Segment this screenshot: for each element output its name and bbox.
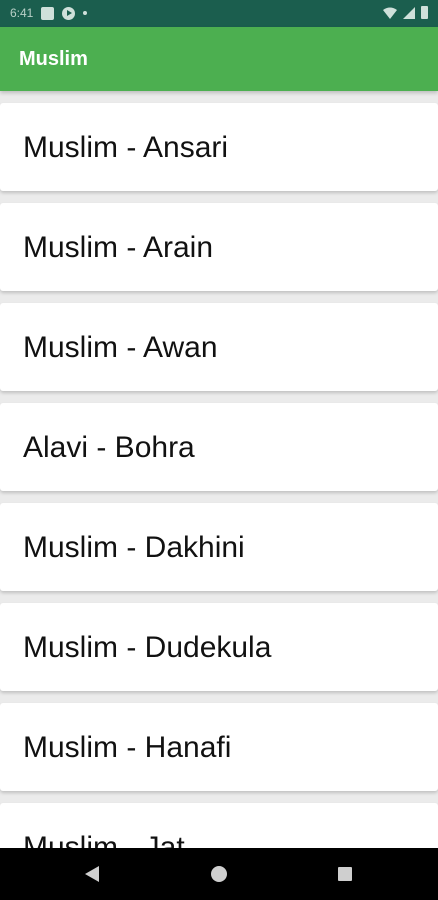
list-item-label: Muslim - Dudekula <box>23 631 272 664</box>
media-play-icon <box>62 6 76 20</box>
list-item-label: Muslim - Jat <box>23 831 185 848</box>
list-item[interactable]: Muslim - Awan <box>0 303 438 391</box>
back-icon[interactable] <box>85 866 99 882</box>
navigation-bar <box>0 848 438 900</box>
list-item[interactable]: Muslim - Jat <box>0 803 438 848</box>
list-item-label: Muslim - Awan <box>23 331 218 364</box>
list-item[interactable]: Muslim - Ansari <box>0 103 438 191</box>
list-item-label: Alavi - Bohra <box>23 431 195 464</box>
battery-icon <box>421 6 428 19</box>
list-item[interactable]: Muslim - Hanafi <box>0 703 438 791</box>
list-item-label: Muslim - Dakhini <box>23 531 245 564</box>
list-item-label: Muslim - Hanafi <box>23 731 232 764</box>
recents-icon[interactable] <box>338 867 352 881</box>
status-bar-left: 6:41 <box>10 6 88 20</box>
stop-icon <box>41 6 55 20</box>
list-item[interactable]: Muslim - Dudekula <box>0 603 438 691</box>
app-bar: Muslim <box>0 27 438 91</box>
list-item[interactable]: Muslim - Arain <box>0 203 438 291</box>
list-item-label: Muslim - Arain <box>23 231 214 264</box>
community-list[interactable]: Muslim - Ansari Muslim - Arain Muslim - … <box>0 91 438 848</box>
home-icon[interactable] <box>211 866 227 882</box>
wifi-icon <box>383 7 397 19</box>
cell-signal-icon <box>403 6 415 19</box>
status-bar-right <box>383 6 428 19</box>
page-title: Muslim <box>19 48 88 70</box>
list-item-label: Muslim - Ansari <box>23 131 229 164</box>
dot-icon <box>83 11 88 15</box>
status-bar: 6:41 <box>0 0 438 27</box>
status-time: 6:41 <box>10 6 34 20</box>
list-item[interactable]: Alavi - Bohra <box>0 403 438 491</box>
list-item[interactable]: Muslim - Dakhini <box>0 503 438 591</box>
